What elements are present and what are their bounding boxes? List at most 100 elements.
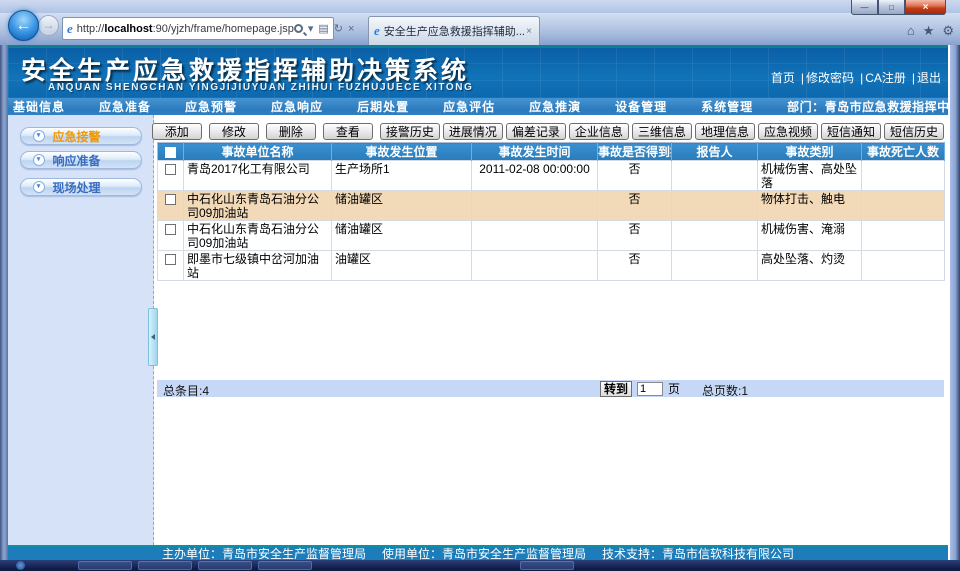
menu-emergency-preparation[interactable]: 应急准备 xyxy=(99,98,151,115)
browser-tab[interactable]: e 安全生产应急救援指挥辅助... × xyxy=(368,16,540,45)
cell-category: 高处坠落、灼烫 xyxy=(758,251,862,281)
window-close-button[interactable]: × xyxy=(905,0,946,15)
view-button[interactable]: 查看 xyxy=(323,123,373,140)
link-change-password[interactable]: 修改密码 xyxy=(806,71,854,85)
sidebar-collapse-handle[interactable] xyxy=(148,308,158,366)
col-category: 事故类别 xyxy=(758,143,862,161)
taskbar-button[interactable] xyxy=(78,561,132,570)
search-icon[interactable] xyxy=(294,24,303,33)
menu-emergency-response[interactable]: 应急响应 xyxy=(271,98,323,115)
sidebar-item-scene-handling[interactable]: ▾ 现场处理 xyxy=(20,178,142,196)
cell-unit: 即墨市七级镇中岔河加油站 xyxy=(184,251,332,281)
menu-basic-info[interactable]: 基础信息 xyxy=(13,98,65,115)
favorites-star-icon[interactable]: ★ xyxy=(923,23,935,39)
table-row-selected[interactable]: 中石化山东青岛石油分公司09加油站 储油罐区 否 物体打击、触电 xyxy=(158,191,945,221)
sms-notify-button[interactable]: 短信通知 xyxy=(821,123,881,140)
window-maximize-button[interactable]: □ xyxy=(878,0,905,15)
row-checkbox[interactable] xyxy=(165,194,176,205)
start-orb-icon[interactable] xyxy=(16,561,25,570)
modify-button[interactable]: 修改 xyxy=(209,123,259,140)
menu-post-disposal[interactable]: 后期处置 xyxy=(357,98,409,115)
row-checkbox[interactable] xyxy=(165,224,176,235)
search-dropdown-icon[interactable]: ▾ xyxy=(308,22,314,35)
cell-unit: 青岛2017化工有限公司 xyxy=(184,161,332,191)
cell-deaths xyxy=(862,161,945,191)
chevron-down-icon: ▾ xyxy=(33,154,45,166)
ie-favicon: e xyxy=(67,21,73,37)
total-items-label: 总条目:4 xyxy=(163,382,209,399)
table-row[interactable]: 即墨市七级镇中岔河加油站 油罐区 否 高处坠落、灼烫 xyxy=(158,251,945,281)
home-icon[interactable]: ⌂ xyxy=(907,23,915,39)
sidebar-item-emergency-alarm[interactable]: ▾ 应急接警 xyxy=(20,127,142,145)
cell-time xyxy=(472,251,598,281)
tools-gear-icon[interactable]: ⚙ xyxy=(942,23,954,39)
pagination-bar: 总条目:4 转到 页 总页数:1 xyxy=(157,380,944,397)
page-number-input[interactable] xyxy=(637,382,663,396)
emergency-video-button[interactable]: 应急视频 xyxy=(758,123,818,140)
windows-taskbar[interactable] xyxy=(0,560,960,571)
sms-history-button[interactable]: 短信历史 xyxy=(884,123,944,140)
select-all-checkbox[interactable] xyxy=(165,147,176,158)
table-row[interactable]: 青岛2017化工有限公司 生产场所1 2011-02-08 00:00:00 否… xyxy=(158,161,945,191)
content-area: ▾ 应急接警 ▾ 响应准备 ▾ 现场处理 添加 修改 删除 查看 接警历史 进展… xyxy=(8,115,948,545)
cell-reporter xyxy=(672,251,758,281)
enterprise-info-button[interactable]: 企业信息 xyxy=(569,123,629,140)
cell-unit: 中石化山东青岛石油分公司09加油站 xyxy=(184,191,332,221)
menu-emergency-warning[interactable]: 应急预警 xyxy=(185,98,237,115)
link-ca-register[interactable]: CA注册 xyxy=(865,71,906,85)
tab-favicon: e xyxy=(374,23,380,39)
deviation-record-button[interactable]: 偏差记录 xyxy=(506,123,566,140)
taskbar-button[interactable] xyxy=(520,561,574,570)
taskbar-button[interactable] xyxy=(258,561,312,570)
col-unit-name: 事故单位名称 xyxy=(184,143,332,161)
link-home[interactable]: 首页 xyxy=(771,71,795,85)
back-button[interactable]: ← xyxy=(8,10,39,41)
cell-category: 机械伤害、高处坠落 xyxy=(758,161,862,191)
goto-page-button[interactable]: 转到 xyxy=(600,381,632,397)
add-button[interactable]: 添加 xyxy=(152,123,202,140)
taskbar-button[interactable] xyxy=(138,561,192,570)
row-checkbox[interactable] xyxy=(165,254,176,265)
cell-location: 生产场所1 xyxy=(332,161,472,191)
tab-close-icon[interactable]: × xyxy=(524,26,534,37)
chevron-down-icon: ▾ xyxy=(33,181,45,193)
forward-button[interactable]: → xyxy=(38,15,59,36)
address-bar[interactable]: e http://localhost:90/yjzh/frame/homepag… xyxy=(62,17,334,40)
cell-reporter xyxy=(672,221,758,251)
sidebar-item-response-preparation[interactable]: ▾ 响应准备 xyxy=(20,151,142,169)
row-checkbox[interactable] xyxy=(165,164,176,175)
taskbar-button[interactable] xyxy=(198,561,252,570)
link-logout[interactable]: 退出 xyxy=(917,71,941,85)
cell-controlled: 否 xyxy=(598,161,672,191)
cell-reporter xyxy=(672,161,758,191)
url-text[interactable]: http://localhost:90/yjzh/frame/homepage.… xyxy=(77,23,294,35)
main-menubar: 基础信息 应急准备 应急预警 应急响应 后期处置 应急评估 应急推演 设备管理 … xyxy=(8,98,948,115)
menu-emergency-evaluation[interactable]: 应急评估 xyxy=(443,98,495,115)
refresh-icon[interactable]: ↻ xyxy=(334,22,343,35)
cell-unit: 中石化山东青岛石油分公司09加油站 xyxy=(184,221,332,251)
menu-system-management[interactable]: 系统管理 xyxy=(701,98,753,115)
three-d-info-button[interactable]: 三维信息 xyxy=(632,123,692,140)
compatibility-view-icon[interactable]: ▤ xyxy=(318,22,328,35)
sidebar: ▾ 应急接警 ▾ 响应准备 ▾ 现场处理 xyxy=(8,115,154,545)
page-footer: 主办单位：青岛市安全生产监督管理局 使用单位：青岛市安全生产监督管理局 技术支持… xyxy=(8,545,948,560)
table-header-row: 事故单位名称 事故发生位置 事故发生时间 事故是否得到控制 报告人 事故类别 事… xyxy=(158,143,945,161)
sidebar-item-label: 现场处理 xyxy=(53,179,101,196)
cell-deaths xyxy=(862,191,945,221)
cell-location: 储油罐区 xyxy=(332,191,472,221)
cell-category: 机械伤害、淹溺 xyxy=(758,221,862,251)
menu-emergency-drill[interactable]: 应急推演 xyxy=(529,98,581,115)
progress-button[interactable]: 进展情况 xyxy=(443,123,503,140)
header-links: 首页|修改密码|CA注册|退出 xyxy=(771,69,941,86)
col-reporter: 报告人 xyxy=(672,143,758,161)
col-deaths: 事故死亡人数 xyxy=(862,143,945,161)
window-minimize-button[interactable]: — xyxy=(851,0,878,15)
alarm-history-button[interactable]: 接警历史 xyxy=(380,123,440,140)
stop-icon[interactable]: × xyxy=(348,23,354,35)
menu-equipment-management[interactable]: 设备管理 xyxy=(615,98,667,115)
geographic-info-button[interactable]: 地理信息 xyxy=(695,123,755,140)
col-location: 事故发生位置 xyxy=(332,143,472,161)
department-label: 部门：青岛市应急救援指挥中心 xyxy=(787,98,960,115)
table-row[interactable]: 中石化山东青岛石油分公司09加油站 储油罐区 否 机械伤害、淹溺 xyxy=(158,221,945,251)
delete-button[interactable]: 删除 xyxy=(266,123,316,140)
